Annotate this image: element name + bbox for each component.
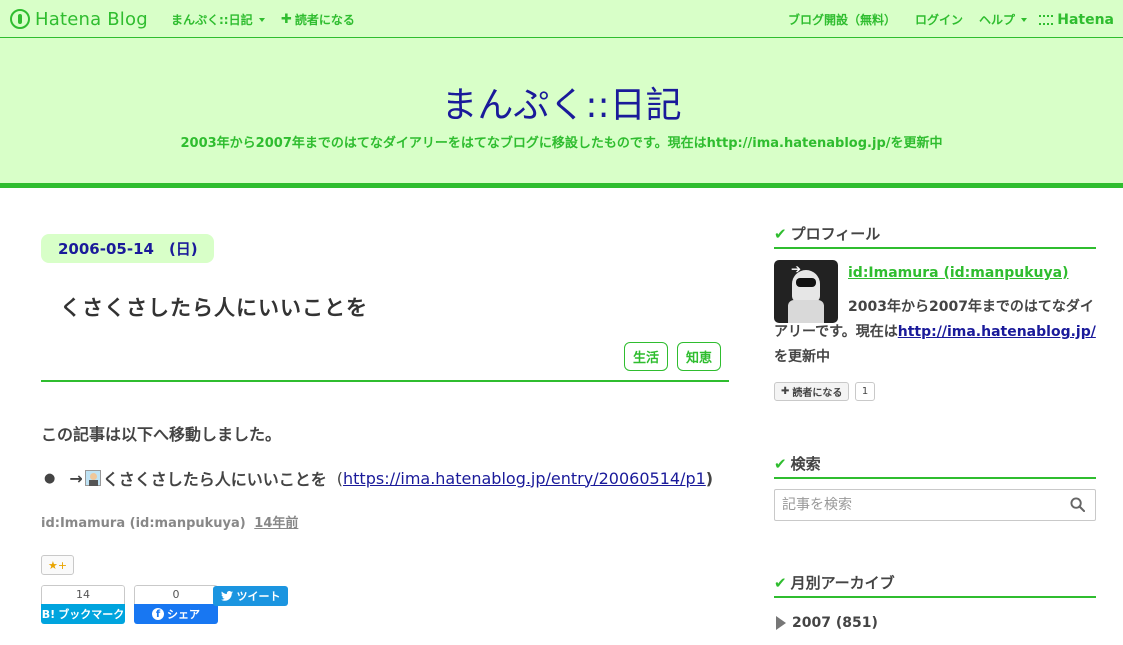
entry-tags: 生活 知恵: [623, 342, 721, 371]
entry-divider: [41, 380, 729, 382]
hatena-blog-logo[interactable]: Hatena Blog: [10, 7, 148, 31]
profile-name-link[interactable]: id:Imamura (id:manpukuya): [848, 265, 1069, 281]
tweet-button[interactable]: ツイート: [213, 586, 288, 606]
open-blog-link[interactable]: ブログ開設（無料）: [788, 11, 896, 28]
robot-visor: [796, 278, 816, 287]
moved-entry-link[interactable]: https://ima.hatenablog.jp/entry/20060514…: [343, 469, 706, 488]
logo-text: Hatena Blog: [35, 8, 148, 30]
user-face-icon: [84, 470, 101, 486]
entry-date[interactable]: 2006-05-14 (日): [41, 234, 214, 263]
facebook-icon: f: [152, 608, 164, 620]
search-box: [774, 489, 1096, 521]
hatena-logo[interactable]: Hatena: [1039, 12, 1114, 28]
expand-triangle-icon[interactable]: [776, 616, 786, 630]
help-label: ヘルプ: [979, 13, 1016, 27]
entry-permalink-time[interactable]: 14年前: [254, 516, 298, 531]
star-plus: +: [57, 558, 68, 572]
facebook-share-label: シェア: [167, 608, 200, 621]
plus-icon: ✚: [781, 386, 790, 397]
add-star-button[interactable]: ★ +: [41, 555, 74, 575]
chevron-down-icon: [1021, 17, 1028, 22]
entry-body-text: この記事は以下へ移動しました。: [41, 425, 282, 444]
profile-divider: [774, 247, 1096, 249]
plus-icon: ✚: [281, 12, 292, 27]
archive-section-title: ✔ 月別アーカイブ: [774, 572, 895, 593]
hatena-label: Hatena: [1057, 12, 1114, 28]
check-icon: ✔: [774, 224, 787, 243]
bookmark-label: ブックマーク: [58, 608, 125, 621]
global-header: Hatena Blog まんぷく::日記 ✚ 読者になる ブログ開設（無料） ロ…: [0, 0, 1123, 38]
reader-count[interactable]: 1: [855, 382, 875, 401]
arrow: →: [69, 468, 83, 488]
facebook-share-count: 0: [134, 585, 218, 604]
search-input[interactable]: [775, 490, 1055, 520]
blog-title[interactable]: まんぷく::日記: [0, 76, 1123, 128]
login-link[interactable]: ログイン: [915, 11, 963, 28]
profile-link[interactable]: http://ima.hatenablog.jp/: [898, 324, 1096, 340]
facebook-share-button[interactable]: 0 f シェア: [134, 585, 218, 624]
subscribe-button[interactable]: ✚ 読者になる: [281, 11, 355, 28]
hatena-bookmark-button[interactable]: 14 B! ブックマーク: [41, 585, 125, 624]
hatena-blog-logo-icon: [10, 9, 30, 29]
tag-chie[interactable]: 知恵: [676, 342, 721, 371]
help-dropdown[interactable]: ヘルプ: [979, 11, 1028, 28]
entry-meta: id:Imamura (id:manpukuya) 14年前: [41, 512, 298, 531]
close-paren: ): [705, 468, 714, 488]
blog-description: 2003年から2007年までのはてなダイアリーをはてなブログに移設したものです。…: [180, 136, 943, 151]
blog-menu-label: まんぷく::日記: [171, 13, 253, 27]
archive-divider: [774, 596, 1096, 598]
blog-menu-dropdown[interactable]: まんぷく::日記: [171, 11, 265, 28]
twitter-bird-icon: [220, 591, 233, 601]
search-title-label: 検索: [790, 455, 821, 473]
subscribe-label: 読者になる: [294, 13, 355, 27]
profile-title-label: プロフィール: [790, 225, 881, 243]
entry-author[interactable]: id:Imamura (id:manpukuya): [41, 516, 246, 531]
blog-header: まんぷく::日記 2003年から2007年までのはてなダイアリーをはてなブログに…: [0, 38, 1123, 188]
facebook-label-row: f シェア: [134, 604, 218, 624]
bullet: ●: [44, 470, 56, 486]
star-icon: ★: [47, 558, 58, 572]
archive-title-label: 月別アーカイブ: [790, 574, 895, 592]
check-icon: ✔: [774, 454, 787, 473]
hatena-logo-icon: [1039, 15, 1054, 25]
list-item-text: くさくさしたら人にいいことを: [102, 470, 327, 489]
bookmark-count: 14: [41, 585, 125, 604]
archive-year-item[interactable]: 2007 (851): [776, 615, 878, 631]
reader-label: 読者になる: [792, 388, 843, 399]
hatena-bookmark-icon: B!: [41, 607, 56, 621]
login-label: ログイン: [915, 13, 964, 27]
tweet-label: ツイート: [236, 590, 281, 603]
subscribe-reader-button[interactable]: ✚ 読者になる: [774, 382, 850, 401]
search-icon[interactable]: [1070, 497, 1085, 512]
entry-title[interactable]: くさくさしたら人にいいことを: [60, 292, 368, 322]
archive-year-label[interactable]: 2007 (851): [792, 615, 878, 631]
profile-description: 2003年から2007年までのはてなダイアリーです。現在はhttp://ima.…: [774, 295, 1096, 370]
search-section-title: ✔ 検索: [774, 453, 821, 474]
chevron-down-icon: [258, 17, 265, 22]
check-icon: ✔: [774, 573, 787, 592]
profile-desc-suffix: を更新中: [774, 349, 830, 365]
list-item: ● → くさくさしたら人にいいことを ( https://ima.hatenab…: [44, 466, 713, 490]
open-blog-label: ブログ開設（無料）: [788, 13, 897, 27]
profile-section-title: ✔ プロフィール: [774, 223, 880, 244]
bookmark-label-row: B! ブックマーク: [41, 604, 125, 624]
search-divider: [774, 477, 1096, 479]
tag-seikatsu[interactable]: 生活: [623, 342, 668, 371]
